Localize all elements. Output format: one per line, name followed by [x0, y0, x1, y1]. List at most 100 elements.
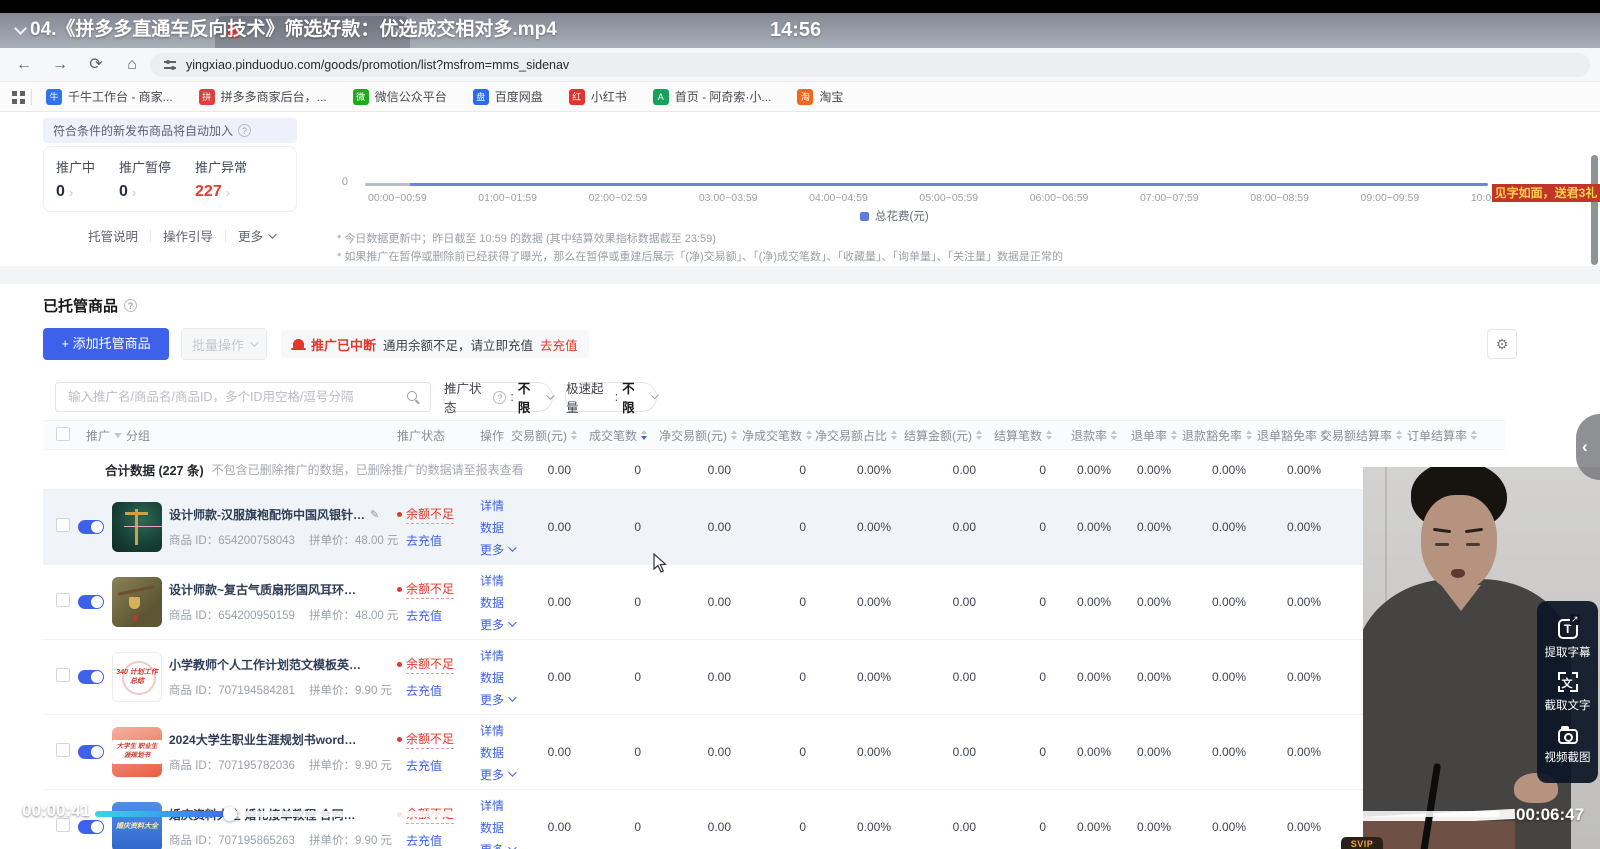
video-tool-button[interactable]: ↗ 提取字幕	[1545, 619, 1591, 660]
sort-icon[interactable]	[1246, 430, 1252, 440]
more-actions-link[interactable]: 更多	[480, 766, 530, 783]
column-header[interactable]: 退款豁免率	[1185, 427, 1260, 444]
quick-link[interactable]: 操作引导	[163, 226, 213, 245]
boost-filter-dropdown[interactable]: 极速起量: 不限	[565, 382, 657, 412]
sort-icon[interactable]	[1396, 430, 1402, 440]
promotion-toggle[interactable]	[78, 745, 104, 759]
video-tool-button[interactable]: 视频截图	[1545, 725, 1591, 765]
bookmark-item[interactable]: 红 小红书	[569, 88, 627, 105]
apps-grid-icon[interactable]	[12, 91, 17, 96]
more-actions-link[interactable]: 更多	[480, 616, 530, 633]
sort-icon[interactable]	[976, 430, 982, 440]
batch-operation-button[interactable]: 批量操作	[181, 328, 267, 360]
filter-funnel-icon[interactable]	[114, 433, 122, 438]
column-header[interactable]: 交易额结算率	[1335, 427, 1410, 444]
column-header[interactable]: 成交笔数	[585, 427, 655, 444]
forward-icon[interactable]: →	[48, 48, 72, 82]
add-managed-product-button[interactable]: + 添加托管商品	[43, 328, 169, 360]
data-link[interactable]: 数据	[480, 744, 530, 761]
sort-icon[interactable]	[571, 430, 577, 440]
promotion-toggle[interactable]	[78, 820, 104, 834]
home-icon[interactable]: ⌂	[120, 48, 144, 82]
column-header[interactable]: 退单率	[1125, 427, 1185, 444]
help-icon[interactable]	[124, 299, 137, 312]
promo-banner[interactable]: 见字如面，送君3礼	[1492, 184, 1600, 202]
data-link[interactable]: 数据	[480, 819, 530, 836]
panel-collapse-handle[interactable]: ‹	[1576, 414, 1600, 480]
status-badge[interactable]: 余额不足	[406, 505, 454, 524]
sort-icon[interactable]	[641, 430, 647, 440]
more-actions-link[interactable]: 更多	[480, 841, 530, 849]
back-icon[interactable]: ←	[12, 48, 36, 82]
more-link[interactable]: 更多	[238, 226, 274, 245]
column-header[interactable]: 结算金额(元)	[905, 427, 990, 444]
quick-link[interactable]: 托管说明	[88, 226, 138, 245]
recharge-link[interactable]: 去充值	[406, 607, 442, 624]
detail-link[interactable]: 详情	[480, 722, 530, 739]
promotion-toggle[interactable]	[78, 595, 104, 609]
row-checkbox[interactable]	[56, 593, 70, 607]
sort-icon[interactable]	[1111, 430, 1117, 440]
chevron-right-icon[interactable]: ›	[69, 185, 73, 200]
bookmark-item[interactable]: A 首页 - 阿奇索·小...	[653, 88, 772, 105]
product-title[interactable]: 2024大学生职业生涯规划书word模板范文工作...	[169, 731, 365, 748]
video-tool-button[interactable]: 文 截取文字	[1545, 672, 1591, 713]
row-checkbox[interactable]	[56, 518, 70, 532]
column-header[interactable]: 订单结算率	[1410, 427, 1485, 444]
status-filter-dropdown[interactable]: 推广状态 : 不限	[443, 382, 553, 412]
stat-item[interactable]: 推广暂停 0 ›	[119, 157, 171, 211]
product-title[interactable]: 设计师款-汉服旗袍配饰中国风银针壹字耳坠镶...	[169, 506, 365, 523]
search-input[interactable]	[56, 383, 430, 411]
promotion-toggle[interactable]	[78, 670, 104, 684]
sort-icon[interactable]	[1471, 430, 1477, 440]
column-header[interactable]: 净交易额占比	[820, 427, 905, 444]
site-settings-icon[interactable]	[164, 61, 176, 69]
column-header[interactable]: 结算笔数	[990, 427, 1060, 444]
column-header[interactable]: 净成交笔数	[745, 427, 820, 444]
column-header[interactable]: 净交易额(元)	[655, 427, 745, 444]
row-checkbox[interactable]	[56, 743, 70, 757]
url-text[interactable]: yingxiao.pinduoduo.com/goods/promotion/l…	[186, 53, 569, 77]
edit-icon[interactable]: ✎	[370, 508, 379, 521]
recharge-link[interactable]: 去充值	[540, 335, 578, 354]
status-badge[interactable]: 余额不足	[406, 655, 454, 674]
chevron-right-icon[interactable]: ›	[132, 185, 136, 200]
select-all-checkbox[interactable]	[56, 427, 70, 441]
recharge-link[interactable]: 去充值	[406, 757, 442, 774]
row-checkbox[interactable]	[56, 668, 70, 682]
sort-icon[interactable]	[731, 430, 737, 440]
data-link[interactable]: 数据	[480, 594, 530, 611]
bookmark-item[interactable]: 微 微信公众平台	[353, 88, 447, 105]
more-actions-link[interactable]: 更多	[480, 541, 530, 558]
bookmark-item[interactable]: 淘 淘宝	[797, 88, 843, 105]
chevron-right-icon[interactable]: ›	[226, 185, 230, 200]
sort-icon[interactable]	[891, 430, 897, 440]
column-header[interactable]: 退款率	[1060, 427, 1125, 444]
product-title[interactable]: 设计师款~复古气质扇形国风耳环女民族风耳饰...	[169, 581, 365, 598]
status-badge[interactable]: 余额不足	[406, 580, 454, 599]
detail-link[interactable]: 详情	[480, 497, 530, 514]
recharge-link[interactable]: 去充值	[406, 832, 442, 849]
bookmark-item[interactable]: 拼 拼多多商家后台，...	[199, 88, 327, 105]
help-icon[interactable]	[238, 124, 251, 137]
video-progress-bar[interactable]	[95, 811, 1500, 817]
chevron-down-icon[interactable]	[14, 22, 27, 35]
video-progress-handle[interactable]	[223, 807, 237, 821]
sort-icon[interactable]	[806, 430, 812, 440]
more-actions-link[interactable]: 更多	[480, 691, 530, 708]
column-header[interactable]: 交易额(元)	[530, 427, 585, 444]
product-title[interactable]: 小学教师个人工作计划范文模板英语语文数学...	[169, 656, 365, 673]
stat-item[interactable]: 推广中 0 ›	[56, 157, 95, 211]
promotion-toggle[interactable]	[78, 520, 104, 534]
data-link[interactable]: 数据	[480, 669, 530, 686]
group-column-header[interactable]: 分组	[126, 427, 150, 444]
sort-icon[interactable]	[1046, 430, 1052, 440]
recharge-link[interactable]: 去充值	[406, 682, 442, 699]
gear-icon[interactable]: ⚙	[1487, 329, 1517, 359]
scrollbar-thumb[interactable]	[1591, 155, 1598, 265]
address-bar[interactable]: yingxiao.pinduoduo.com/goods/promotion/l…	[150, 53, 1590, 77]
detail-link[interactable]: 详情	[480, 647, 530, 664]
status-badge[interactable]: 余额不足	[406, 730, 454, 749]
recharge-link[interactable]: 去充值	[406, 532, 442, 549]
search-icon[interactable]	[407, 391, 420, 404]
